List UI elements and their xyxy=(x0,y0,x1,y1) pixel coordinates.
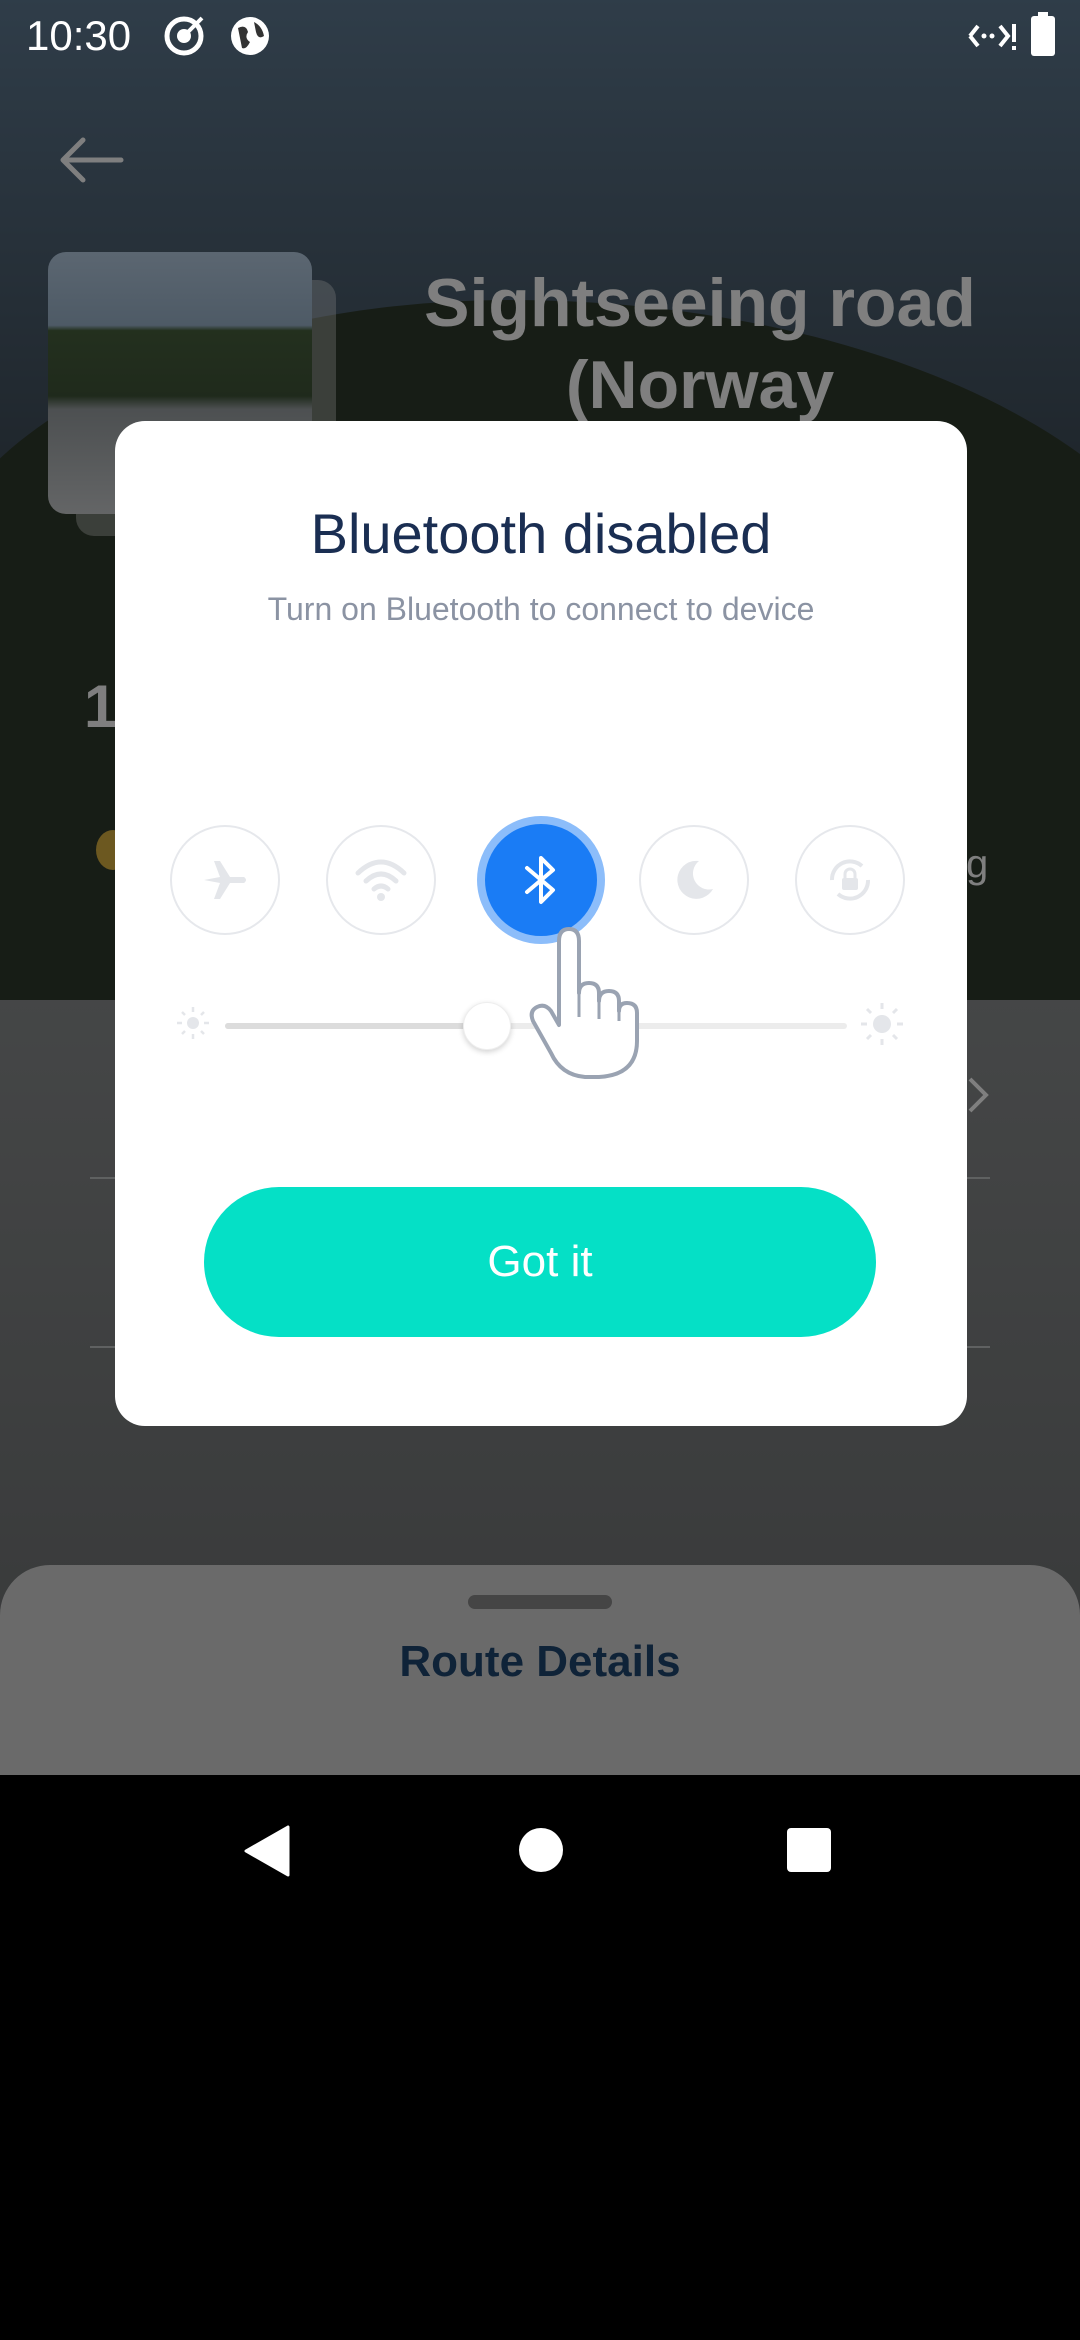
brightness-slider-thumb xyxy=(463,1002,512,1050)
data-transfer-icon xyxy=(962,14,1016,63)
wifi-icon xyxy=(326,825,436,935)
bluetooth-disabled-dialog: Bluetooth disabled Turn on Bluetooth to … xyxy=(115,421,967,1426)
nav-recents-button[interactable] xyxy=(786,1827,832,1878)
target-icon xyxy=(162,14,206,63)
brightness-low-icon xyxy=(175,1005,211,1046)
rotation-lock-icon xyxy=(795,825,905,935)
dialog-title: Bluetooth disabled xyxy=(310,502,772,565)
system-nav-bar xyxy=(0,1775,1080,1920)
brightness-high-icon xyxy=(859,1001,905,1052)
status-time: 10:30 xyxy=(26,12,132,59)
dialog-subtitle: Turn on Bluetooth to connect to device xyxy=(267,591,815,627)
sheet-title: Route Details xyxy=(399,1637,681,1686)
got-it-button[interactable]: Got it xyxy=(204,1187,876,1337)
sheet-drag-handle[interactable] xyxy=(468,1595,612,1609)
nav-back-button[interactable] xyxy=(242,1825,290,1882)
globe-icon xyxy=(228,14,272,63)
route-details-sheet[interactable]: Route Details xyxy=(0,1565,1080,1775)
moon-icon xyxy=(639,825,749,935)
status-bar: 10:30 xyxy=(0,0,1080,70)
brightness-slider-fill xyxy=(225,1023,487,1029)
battery-icon xyxy=(1030,12,1056,61)
nav-home-button[interactable] xyxy=(518,1827,564,1878)
airplane-icon xyxy=(170,825,280,935)
pointing-hand-icon xyxy=(525,921,645,1086)
